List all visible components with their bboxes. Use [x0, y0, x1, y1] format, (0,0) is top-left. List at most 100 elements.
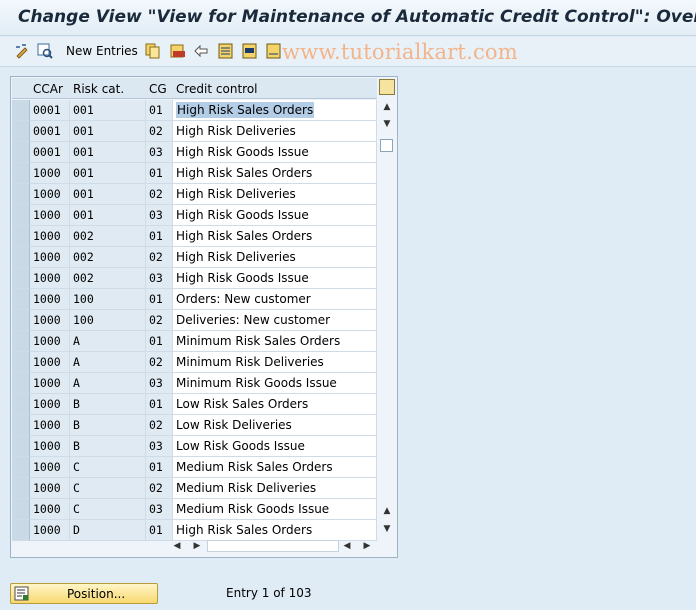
credit-control-cell[interactable]: High Risk Sales Orders: [173, 163, 377, 184]
credit-control-cell[interactable]: Deliveries: New customer: [173, 310, 377, 331]
other-view-icon[interactable]: [37, 43, 53, 59]
row-selector[interactable]: [12, 520, 30, 541]
change-display-icon[interactable]: [14, 43, 30, 59]
row-selector[interactable]: [12, 352, 30, 373]
table-row[interactable]: 1000 B 02 Low Risk Deliveries: [12, 415, 377, 436]
table-row[interactable]: 1000 B 03 Low Risk Goods Issue: [12, 436, 377, 457]
column-header-cg[interactable]: CG: [149, 82, 167, 96]
table-row[interactable]: 1000 C 02 Medium Risk Deliveries: [12, 478, 377, 499]
credit-control-cell[interactable]: Minimum Risk Sales Orders: [173, 331, 377, 352]
ccar-cell: 0001: [30, 142, 70, 163]
table-row[interactable]: 1000 002 02 High Risk Deliveries: [12, 247, 377, 268]
row-selector[interactable]: [12, 478, 30, 499]
horizontal-scrollbar-right[interactable]: ◀ ▶: [341, 537, 381, 555]
credit-control-cell[interactable]: High Risk Goods Issue: [173, 205, 377, 226]
row-selector[interactable]: [12, 331, 30, 352]
row-selector[interactable]: [12, 310, 30, 331]
credit-control-cell[interactable]: Low Risk Sales Orders: [173, 394, 377, 415]
row-selector[interactable]: [12, 373, 30, 394]
risk-category-cell: D: [70, 520, 146, 541]
column-header-ccar[interactable]: CCAr: [33, 82, 63, 96]
credit-control-cell[interactable]: High Risk Deliveries: [173, 247, 377, 268]
table-row[interactable]: 1000 100 01 Orders: New customer: [12, 289, 377, 310]
table-row[interactable]: 1000 A 02 Minimum Risk Deliveries: [12, 352, 377, 373]
select-block-icon[interactable]: [242, 43, 258, 59]
scroll-right-icon[interactable]: ▶: [191, 537, 203, 555]
scroll-down-icon[interactable]: ▼: [378, 116, 396, 132]
column-settings-icon[interactable]: [379, 79, 395, 95]
table-row[interactable]: 0001 001 02 High Risk Deliveries: [12, 121, 377, 142]
column-header-risk-category[interactable]: Risk cat.: [73, 82, 124, 96]
credit-control-cell[interactable]: Medium Risk Sales Orders: [173, 457, 377, 478]
credit-control-text: Minimum Risk Goods Issue: [176, 376, 337, 390]
table-row[interactable]: 0001 001 01 High Risk Sales Orders: [12, 100, 377, 121]
row-selector[interactable]: [12, 142, 30, 163]
row-selector[interactable]: [12, 205, 30, 226]
select-all-icon[interactable]: [218, 43, 234, 59]
credit-control-cell[interactable]: High Risk Deliveries: [173, 121, 377, 142]
table-row[interactable]: 1000 A 03 Minimum Risk Goods Issue: [12, 373, 377, 394]
row-selector[interactable]: [12, 436, 30, 457]
table-row[interactable]: 1000 A 01 Minimum Risk Sales Orders: [12, 331, 377, 352]
row-selector[interactable]: [12, 100, 30, 121]
scroll-left-icon[interactable]: ◀: [171, 537, 183, 555]
vertical-scrollbar[interactable]: ▲ ▼ ▲ ▼: [378, 99, 396, 540]
table-row[interactable]: 1000 002 01 High Risk Sales Orders: [12, 226, 377, 247]
row-selector[interactable]: [12, 415, 30, 436]
credit-control-text: High Risk Goods Issue: [176, 145, 309, 159]
credit-control-cell[interactable]: High Risk Sales Orders: [173, 226, 377, 247]
scroll-left-icon[interactable]: ◀: [341, 537, 353, 555]
credit-control-cell[interactable]: High Risk Deliveries: [173, 184, 377, 205]
deselect-all-icon[interactable]: [266, 43, 282, 59]
row-selector[interactable]: [12, 268, 30, 289]
credit-control-cell[interactable]: Orders: New customer: [173, 289, 377, 310]
risk-category-cell: 001: [70, 205, 146, 226]
credit-control-cell[interactable]: Low Risk Deliveries: [173, 415, 377, 436]
credit-control-text: High Risk Sales Orders: [176, 102, 315, 118]
column-header-credit-control[interactable]: Credit control: [176, 82, 258, 96]
table-row[interactable]: 1000 B 01 Low Risk Sales Orders: [12, 394, 377, 415]
credit-control-cell[interactable]: Minimum Risk Goods Issue: [173, 373, 377, 394]
scroll-thumb[interactable]: [380, 139, 393, 152]
row-selector[interactable]: [12, 394, 30, 415]
cg-cell: 03: [146, 436, 173, 457]
copy-icon[interactable]: [145, 43, 161, 59]
credit-control-cell[interactable]: High Risk Sales Orders: [173, 100, 377, 121]
scroll-up-icon[interactable]: ▲: [378, 503, 396, 519]
ccar-cell: 1000: [30, 289, 70, 310]
scroll-up-icon[interactable]: ▲: [378, 99, 396, 115]
scroll-track[interactable]: [207, 540, 339, 552]
table-row[interactable]: 1000 001 02 High Risk Deliveries: [12, 184, 377, 205]
scroll-right-icon[interactable]: ▶: [361, 537, 373, 555]
row-selector[interactable]: [12, 226, 30, 247]
table-row[interactable]: 1000 100 02 Deliveries: New customer: [12, 310, 377, 331]
new-entries-button[interactable]: New Entries: [66, 44, 138, 58]
horizontal-scrollbar-left[interactable]: ◀ ▶: [171, 537, 351, 555]
row-selector[interactable]: [12, 499, 30, 520]
table-row[interactable]: 0001 001 03 High Risk Goods Issue: [12, 142, 377, 163]
cg-cell: 03: [146, 142, 173, 163]
undo-icon[interactable]: [193, 43, 209, 59]
row-selector[interactable]: [12, 247, 30, 268]
credit-control-cell[interactable]: High Risk Goods Issue: [173, 142, 377, 163]
scroll-down-icon[interactable]: ▼: [378, 521, 396, 537]
credit-control-cell[interactable]: Medium Risk Goods Issue: [173, 499, 377, 520]
table-row[interactable]: 1000 001 01 High Risk Sales Orders: [12, 163, 377, 184]
position-button[interactable]: Position...: [10, 583, 158, 604]
credit-control-cell[interactable]: Low Risk Goods Issue: [173, 436, 377, 457]
credit-control-cell[interactable]: Medium Risk Deliveries: [173, 478, 377, 499]
row-selector[interactable]: [12, 289, 30, 310]
row-selector[interactable]: [12, 163, 30, 184]
table-row[interactable]: 1000 C 01 Medium Risk Sales Orders: [12, 457, 377, 478]
row-selector[interactable]: [12, 457, 30, 478]
table-row[interactable]: 1000 C 03 Medium Risk Goods Issue: [12, 499, 377, 520]
row-selector[interactable]: [12, 184, 30, 205]
table-row[interactable]: 1000 002 03 High Risk Goods Issue: [12, 268, 377, 289]
risk-category-cell: 002: [70, 247, 146, 268]
table-row[interactable]: 1000 001 03 High Risk Goods Issue: [12, 205, 377, 226]
credit-control-cell[interactable]: High Risk Goods Issue: [173, 268, 377, 289]
position-button-label: Position...: [67, 587, 126, 601]
credit-control-cell[interactable]: Minimum Risk Deliveries: [173, 352, 377, 373]
row-selector[interactable]: [12, 121, 30, 142]
delete-icon[interactable]: [170, 43, 186, 59]
